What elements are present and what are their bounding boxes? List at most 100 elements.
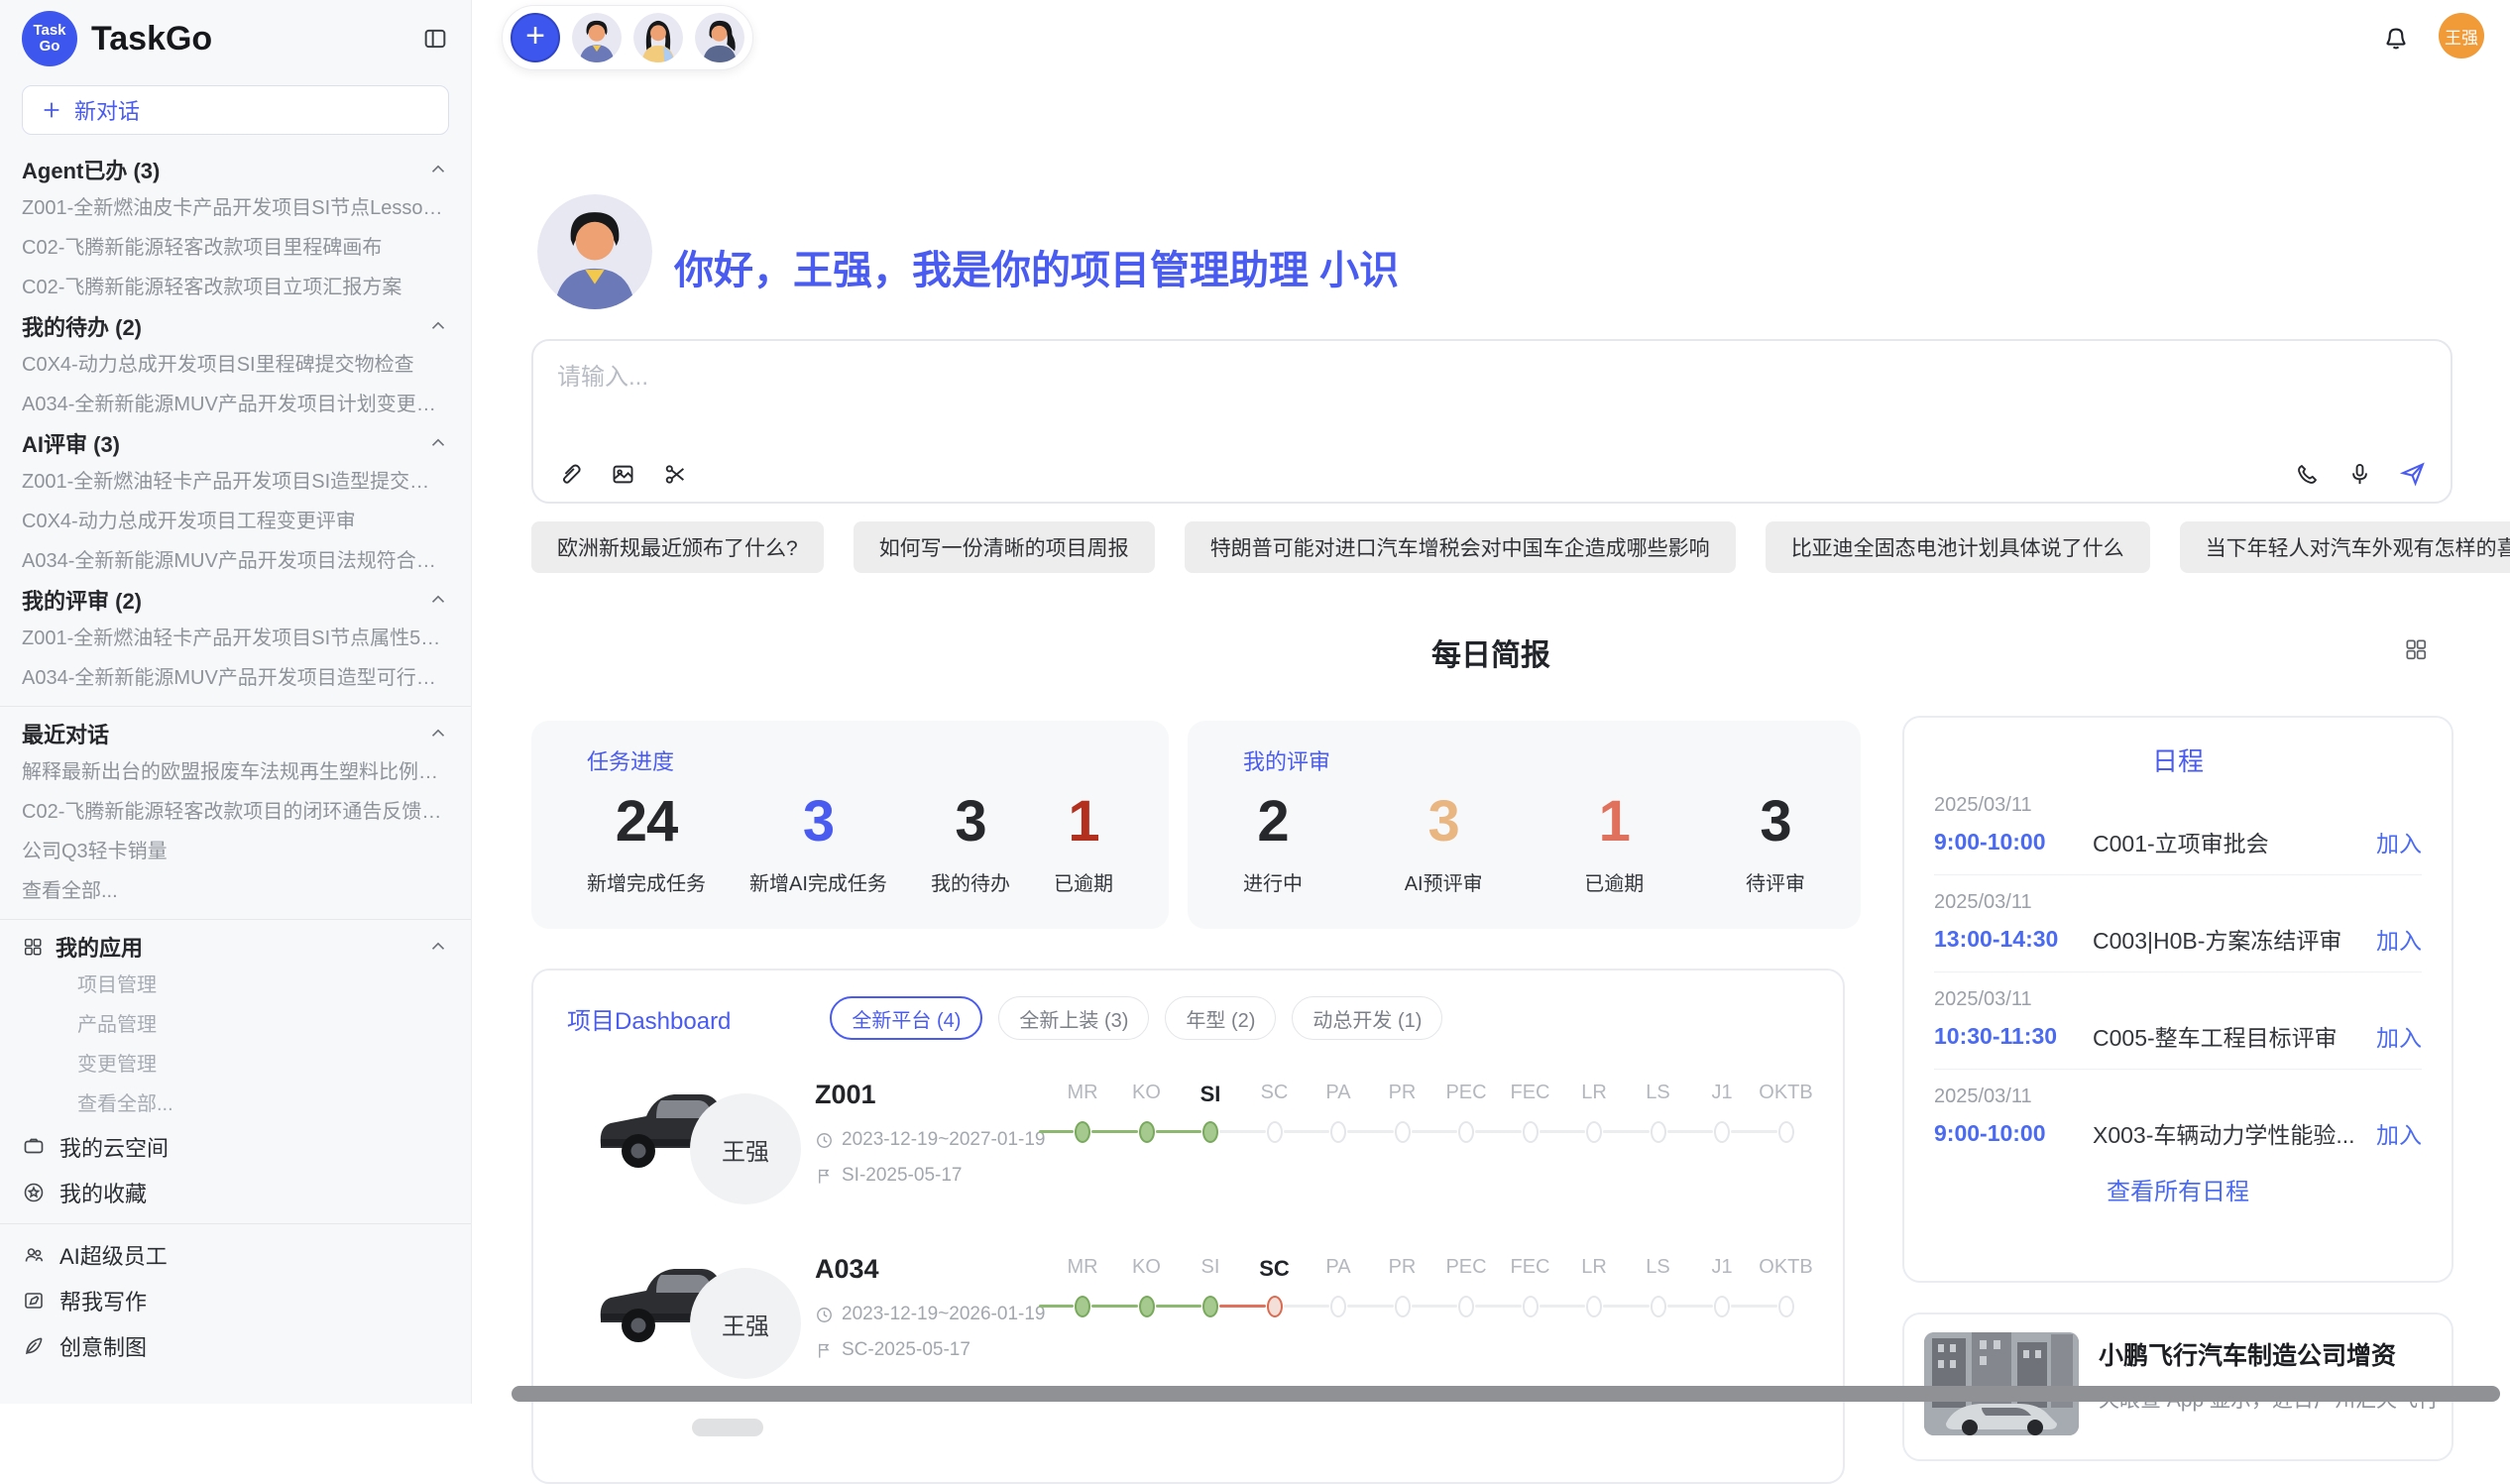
recent-conversation-item[interactable]: 解释最新出台的欧盟报废车法规再生塑料比例被调至15%... (22, 752, 449, 792)
sidebar-tool[interactable]: 创意制图 (22, 1323, 449, 1369)
milestone-dot[interactable] (1458, 1296, 1474, 1317)
insert-image-icon[interactable] (610, 461, 636, 488)
suggestion-chip[interactable]: 当下年轻人对汽车外观有怎样的喜好趋势 (2180, 521, 2510, 573)
sidebar-item[interactable]: A034-全新新能源MUV产品开发项目法规符合性评审 (22, 541, 449, 581)
add-assistant-button[interactable]: + (511, 13, 560, 62)
plus-icon: + (525, 19, 545, 53)
milestone-segment (1156, 1130, 1202, 1133)
assistant-avatar-1[interactable] (572, 13, 622, 62)
chat-input[interactable] (555, 355, 2429, 448)
recent-conversation-item[interactable]: 公司Q3轻卡销量 (22, 832, 449, 871)
sidebar-shortcut[interactable]: 我的收藏 (22, 1170, 449, 1215)
milestone-dot[interactable] (1395, 1121, 1411, 1143)
drawing-icon (22, 1334, 46, 1358)
app-item[interactable]: 变更管理 (22, 1045, 449, 1084)
milestone-dot[interactable] (1586, 1121, 1602, 1143)
dashboard-tab[interactable]: 年型 (2) (1165, 996, 1276, 1040)
notification-bell-icon[interactable] (2381, 22, 2411, 52)
milestone-dot[interactable] (1778, 1121, 1794, 1143)
milestone-dot[interactable] (1523, 1296, 1539, 1317)
sidebar-item[interactable]: C0X4-动力总成开发项目工程变更评审 (22, 502, 449, 541)
milestone-dot[interactable] (1202, 1296, 1218, 1317)
sidebar-item[interactable]: C02-飞腾新能源轻客改款项目立项汇报方案 (22, 268, 449, 307)
dashboard-tab[interactable]: 动总开发 (1) (1292, 996, 1442, 1040)
milestone-dot[interactable] (1395, 1296, 1411, 1317)
chevron-up-icon[interactable] (427, 936, 449, 958)
milestone-dot[interactable] (1267, 1121, 1283, 1143)
sidebar-item[interactable]: A034-全新新能源MUV产品开发项目造型可行性评审 (22, 658, 449, 698)
app-item[interactable]: 项目管理 (22, 966, 449, 1005)
writing-icon (22, 1289, 46, 1313)
horizontal-scrollbar[interactable] (512, 1386, 2500, 1402)
join-meeting-link[interactable]: 加入 (2376, 1019, 2422, 1053)
assistant-avatar-2[interactable] (633, 13, 683, 62)
milestone-dot[interactable] (1139, 1296, 1155, 1317)
milestone-dot[interactable] (1651, 1121, 1666, 1143)
assistant-avatar-3[interactable] (695, 13, 744, 62)
new-chat-button[interactable]: 新对话 (22, 85, 449, 135)
recent-conversation-item[interactable]: C02-飞腾新能源轻客改款项目的闭环通告反馈情况 (22, 792, 449, 832)
dashboard-tab[interactable]: 全新平台 (4) (830, 996, 982, 1040)
dashboard-tab[interactable]: 全新上装 (3) (998, 996, 1149, 1040)
milestone-segment (1219, 1305, 1266, 1308)
section-title: AI评审 (3) (22, 427, 120, 459)
sidebar-shortcut[interactable]: 我的云空间 (22, 1124, 449, 1170)
milestone-label: MR (1051, 1082, 1114, 1104)
chevron-up-icon[interactable] (427, 589, 449, 611)
milestone-dot[interactable] (1330, 1296, 1346, 1317)
join-meeting-link[interactable]: 加入 (2376, 922, 2422, 956)
chevron-up-icon[interactable] (427, 432, 449, 454)
view-all-schedule-link[interactable]: 查看所有日程 (1904, 1172, 2452, 1206)
project-owner-badge: 王强 (690, 1268, 801, 1379)
assistant-hero-avatar (537, 194, 652, 309)
chevron-up-icon[interactable] (427, 159, 449, 180)
stat-label-text: 进行中 (1243, 867, 1303, 896)
milestone-segment (1091, 1305, 1138, 1308)
milestone-segment (1347, 1130, 1394, 1133)
voice-call-icon[interactable] (2294, 461, 2321, 488)
recent-conversation-item[interactable]: 查看全部... (22, 871, 449, 911)
sidebar-item[interactable]: Z001-全新燃油轻卡产品开发项目SI造型提交物评审 (22, 462, 449, 502)
user-avatar[interactable]: 王强 (2439, 13, 2484, 58)
suggestion-chip[interactable]: 欧洲新规最近颁布了什么? (531, 521, 824, 573)
layout-grid-icon[interactable] (2403, 636, 2429, 662)
app-item[interactable]: 产品管理 (22, 1005, 449, 1045)
chevron-up-icon[interactable] (427, 723, 449, 744)
milestone-dot[interactable] (1139, 1121, 1155, 1143)
collapse-sidebar-icon[interactable] (421, 25, 449, 53)
milestone-dot[interactable] (1523, 1121, 1539, 1143)
suggestion-chip[interactable]: 比亚迪全固态电池计划具体说了什么 (1766, 521, 2150, 573)
milestone-dot[interactable] (1651, 1296, 1666, 1317)
send-icon[interactable] (2399, 460, 2427, 488)
suggestion-chip[interactable]: 特朗普可能对进口汽车增税会对中国车企造成哪些影响 (1185, 521, 1736, 573)
milestone-segment (1284, 1305, 1330, 1308)
milestone-dot[interactable] (1714, 1121, 1730, 1143)
sidebar-tool[interactable]: AI超级员工 (22, 1232, 449, 1278)
chevron-up-icon[interactable] (427, 315, 449, 337)
attach-file-icon[interactable] (557, 461, 584, 488)
suggestion-chip[interactable]: 如何写一份清晰的项目周报 (854, 521, 1155, 573)
new-chat-label: 新对话 (74, 94, 140, 126)
sidebar-item[interactable]: C0X4-动力总成开发项目SI里程碑提交物检查 (22, 345, 449, 385)
milestone-dot[interactable] (1714, 1296, 1730, 1317)
milestone-dot[interactable] (1586, 1296, 1602, 1317)
sidebar-tool[interactable]: 帮我写作 (22, 1278, 449, 1323)
milestone-track: MRKOSISCPAPRPECFECLRLSJ1OKTB (1083, 1082, 1836, 1200)
milestone-dot[interactable] (1075, 1296, 1090, 1317)
sidebar-item[interactable]: A034-全新新能源MUV产品开发项目计划变更表编写 (22, 385, 449, 424)
sidebar-item[interactable]: Z001-全新燃油皮卡产品开发项目SI节点Lesson Learn报告 (22, 188, 449, 228)
milestone-dot[interactable] (1202, 1121, 1218, 1143)
app-item[interactable]: 查看全部... (22, 1084, 449, 1124)
join-meeting-link[interactable]: 加入 (2376, 1116, 2422, 1150)
sidebar-item[interactable]: C02-飞腾新能源轻客改款项目里程碑画布 (22, 228, 449, 268)
sidebar-item[interactable]: Z001-全新燃油轻卡产品开发项目SI节点属性5D文件评审 (22, 619, 449, 658)
schedule-row: 10:30-11:30C005-整车工程目标评审加入 (1934, 1019, 2422, 1053)
join-meeting-link[interactable]: 加入 (2376, 825, 2422, 858)
milestone-dot[interactable] (1267, 1296, 1283, 1317)
milestone-dot[interactable] (1458, 1121, 1474, 1143)
screenshot-scissors-icon[interactable] (662, 461, 689, 488)
milestone-dot[interactable] (1778, 1296, 1794, 1317)
milestone-dot[interactable] (1330, 1121, 1346, 1143)
microphone-icon[interactable] (2346, 461, 2373, 488)
milestone-dot[interactable] (1075, 1121, 1090, 1143)
